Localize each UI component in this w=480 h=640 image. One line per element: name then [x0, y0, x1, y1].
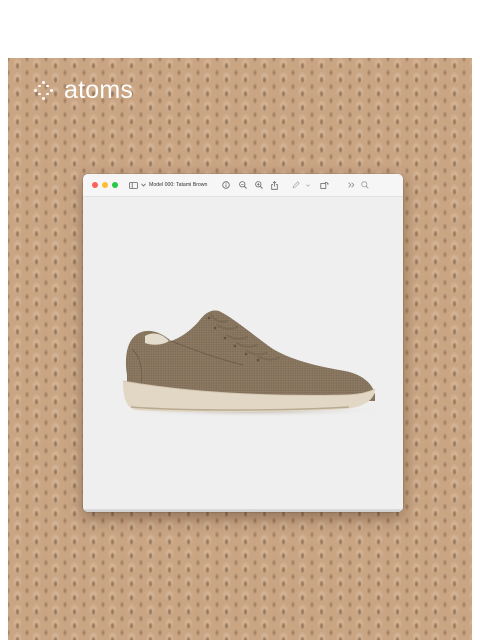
rotate-icon[interactable]: [320, 181, 330, 189]
preview-content: [83, 197, 403, 512]
window-titlebar[interactable]: Model 000: Tatami Brown: [83, 174, 403, 197]
zoom-button[interactable]: [112, 182, 118, 188]
zoom-in-icon[interactable]: [255, 181, 264, 189]
window-bottom-edge: [83, 509, 403, 512]
minimize-button[interactable]: [102, 182, 108, 188]
preview-window[interactable]: Model 000: Tatami Brown: [83, 174, 403, 512]
share-icon[interactable]: [271, 180, 279, 190]
zoom-out-icon[interactable]: [239, 181, 248, 189]
search-icon[interactable]: [361, 181, 370, 189]
info-icon[interactable]: [222, 181, 231, 189]
chevron-down-icon[interactable]: [141, 183, 146, 187]
more-chevrons-icon[interactable]: [348, 182, 355, 188]
sparkle-dots-icon: [34, 80, 54, 101]
markup-chevron-icon[interactable]: [306, 183, 311, 187]
close-button[interactable]: [92, 182, 98, 188]
traffic-lights: [92, 182, 118, 188]
window-title: Model 000: Tatami Brown: [149, 182, 208, 188]
markup-pen-icon[interactable]: [292, 181, 301, 189]
brand-logo: atoms: [34, 78, 133, 103]
shoe-image: [118, 310, 388, 417]
sidebar-icon[interactable]: [129, 181, 138, 189]
screen: atoms Model 000: Tatami Brown: [0, 0, 480, 640]
brand-name: atoms: [64, 76, 134, 104]
